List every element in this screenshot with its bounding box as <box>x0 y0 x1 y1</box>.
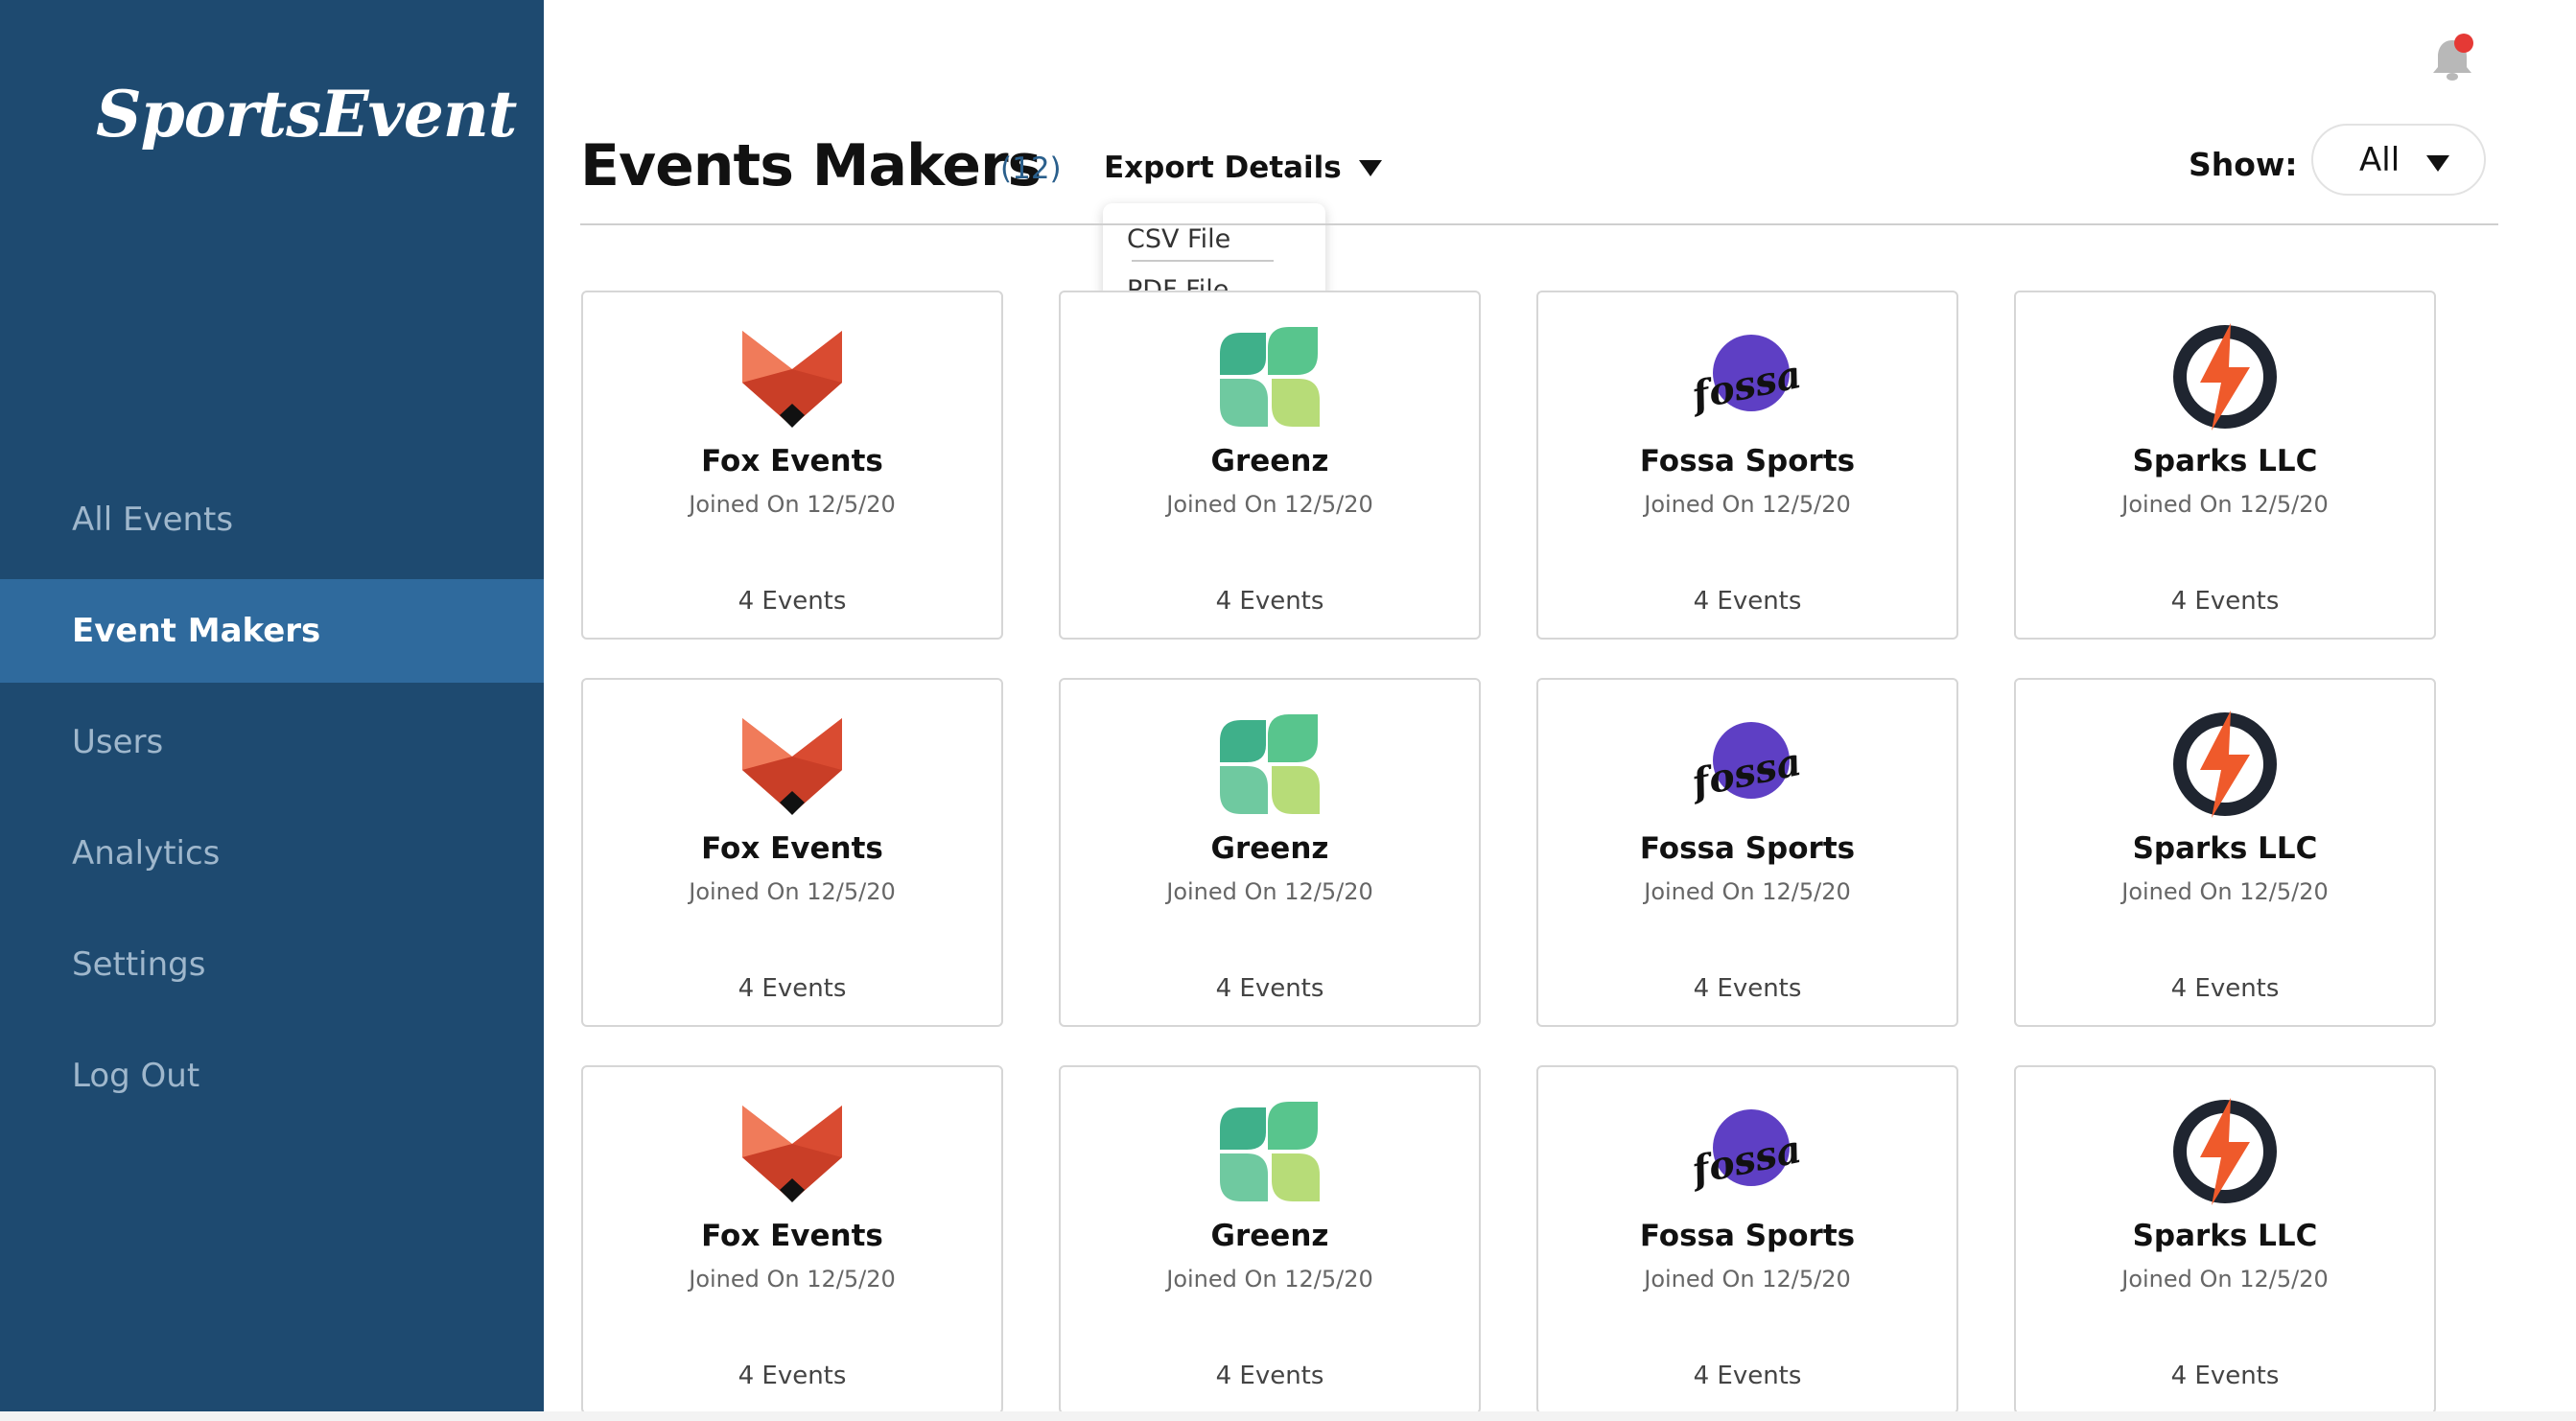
card-events-count: 4 Events <box>1215 974 1324 1003</box>
card-joined-date: Joined On 12/5/20 <box>1644 878 1851 905</box>
sidebar-item-label: Users <box>72 723 164 761</box>
card-name: Sparks LLC <box>2132 1219 2318 1253</box>
card-name: Fox Events <box>701 1219 883 1253</box>
sidebar-item-users[interactable]: Users <box>0 690 544 794</box>
card-name: Fox Events <box>701 444 883 478</box>
card-name: Sparks LLC <box>2132 831 2318 866</box>
export-details-label: Export Details <box>1104 151 1342 185</box>
card-events-count: 4 Events <box>738 1362 847 1390</box>
event-maker-card[interactable]: Sparks LLC Joined On 12/5/20 4 Events <box>2014 678 2436 1027</box>
bell-icon <box>2433 34 2473 81</box>
app-logo[interactable]: SportsEvent <box>96 77 517 151</box>
export-option-csv[interactable]: CSV File <box>1127 224 1230 254</box>
card-name: Fossa Sports <box>1639 444 1856 478</box>
export-details-button[interactable]: Export Details <box>1104 151 1382 185</box>
caret-down-icon <box>2426 155 2449 172</box>
sidebar-item-label: All Events <box>72 501 234 539</box>
sidebar-item-label: Analytics <box>72 834 221 873</box>
dropdown-divider <box>1132 260 1274 262</box>
fossa-logo: fossa <box>1685 707 1805 822</box>
sidebar-item-label: Log Out <box>72 1057 200 1095</box>
header-divider <box>580 223 2498 225</box>
card-joined-date: Joined On 12/5/20 <box>1644 491 1851 518</box>
fossa-logo: fossa <box>1685 319 1805 434</box>
card-joined-date: Joined On 12/5/20 <box>689 878 896 905</box>
card-name: Greenz <box>1210 831 1329 866</box>
card-name: Greenz <box>1210 444 1329 478</box>
card-name: Sparks LLC <box>2132 444 2318 478</box>
fox-logo <box>735 1094 850 1209</box>
notification-bell[interactable] <box>2429 33 2475 84</box>
page-title: Events Makers <box>580 132 1042 199</box>
card-events-count: 4 Events <box>1693 974 1802 1003</box>
fox-logo <box>735 319 850 434</box>
card-joined-date: Joined On 12/5/20 <box>1166 1266 1373 1293</box>
card-events-count: 4 Events <box>1693 1362 1802 1390</box>
sidebar-item-event-makers[interactable]: Event Makers <box>0 579 544 683</box>
event-makers-grid: Fox Events Joined On 12/5/20 4 Events Gree… <box>581 291 2437 1414</box>
card-joined-date: Joined On 12/5/20 <box>689 491 896 518</box>
card-events-count: 4 Events <box>2170 974 2280 1003</box>
card-events-count: 4 Events <box>1693 587 1802 616</box>
event-maker-card[interactable]: fossa Fossa Sports Joined On 12/5/20 4 Eve… <box>1536 1065 1958 1414</box>
card-name: Fox Events <box>701 831 883 866</box>
card-events-count: 4 Events <box>1215 1362 1324 1390</box>
event-maker-card[interactable]: Fox Events Joined On 12/5/20 4 Events <box>581 291 1003 640</box>
card-joined-date: Joined On 12/5/20 <box>2121 491 2329 518</box>
show-filter-select[interactable]: All <box>2311 124 2486 196</box>
card-joined-date: Joined On 12/5/20 <box>1166 878 1373 905</box>
fox-logo <box>735 707 850 822</box>
event-maker-card[interactable]: Fox Events Joined On 12/5/20 4 Events <box>581 678 1003 1027</box>
card-joined-date: Joined On 12/5/20 <box>2121 878 2329 905</box>
bottom-strip <box>0 1411 2576 1421</box>
event-maker-card[interactable]: fossa Fossa Sports Joined On 12/5/20 4 Eve… <box>1536 291 1958 640</box>
card-events-count: 4 Events <box>2170 587 2280 616</box>
clover-logo <box>1212 1094 1327 1209</box>
event-maker-card[interactable]: Fox Events Joined On 12/5/20 4 Events <box>581 1065 1003 1414</box>
card-joined-date: Joined On 12/5/20 <box>1166 491 1373 518</box>
card-name: Fossa Sports <box>1639 1219 1856 1253</box>
bolt-logo <box>2167 319 2283 434</box>
event-maker-card[interactable]: fossa Fossa Sports Joined On 12/5/20 4 Eve… <box>1536 678 1958 1027</box>
card-events-count: 4 Events <box>1215 587 1324 616</box>
show-filter-value: All <box>2359 140 2400 179</box>
card-name: Greenz <box>1210 1219 1329 1253</box>
card-events-count: 4 Events <box>738 587 847 616</box>
show-filter-label: Show: <box>2189 146 2298 183</box>
fossa-logo: fossa <box>1685 1094 1805 1209</box>
event-maker-card[interactable]: Greenz Joined On 12/5/20 4 Events <box>1059 1065 1481 1414</box>
card-events-count: 4 Events <box>738 974 847 1003</box>
caret-down-icon <box>1358 159 1382 176</box>
sidebar: SportsEvent All Events Event Makers User… <box>0 0 544 1411</box>
card-joined-date: Joined On 12/5/20 <box>689 1266 896 1293</box>
event-maker-card[interactable]: Sparks LLC Joined On 12/5/20 4 Events <box>2014 1065 2436 1414</box>
bolt-logo <box>2167 707 2283 822</box>
card-joined-date: Joined On 12/5/20 <box>1644 1266 1851 1293</box>
clover-logo <box>1212 319 1327 434</box>
event-maker-card[interactable]: Greenz Joined On 12/5/20 4 Events <box>1059 678 1481 1027</box>
sidebar-item-settings[interactable]: Settings <box>0 913 544 1016</box>
sidebar-item-all-events[interactable]: All Events <box>0 468 544 571</box>
event-maker-card[interactable]: Sparks LLC Joined On 12/5/20 4 Events <box>2014 291 2436 640</box>
sidebar-item-label: Event Makers <box>72 612 321 650</box>
card-events-count: 4 Events <box>2170 1362 2280 1390</box>
card-name: Fossa Sports <box>1639 831 1856 866</box>
sidebar-item-log-out[interactable]: Log Out <box>0 1024 544 1128</box>
sidebar-nav: All Events Event Makers Users Analytics … <box>0 468 544 1135</box>
page-count: (12) <box>1000 151 1062 186</box>
clover-logo <box>1212 707 1327 822</box>
card-joined-date: Joined On 12/5/20 <box>2121 1266 2329 1293</box>
event-maker-card[interactable]: Greenz Joined On 12/5/20 4 Events <box>1059 291 1481 640</box>
sidebar-item-analytics[interactable]: Analytics <box>0 802 544 905</box>
bolt-logo <box>2167 1094 2283 1209</box>
sidebar-item-label: Settings <box>72 945 206 984</box>
